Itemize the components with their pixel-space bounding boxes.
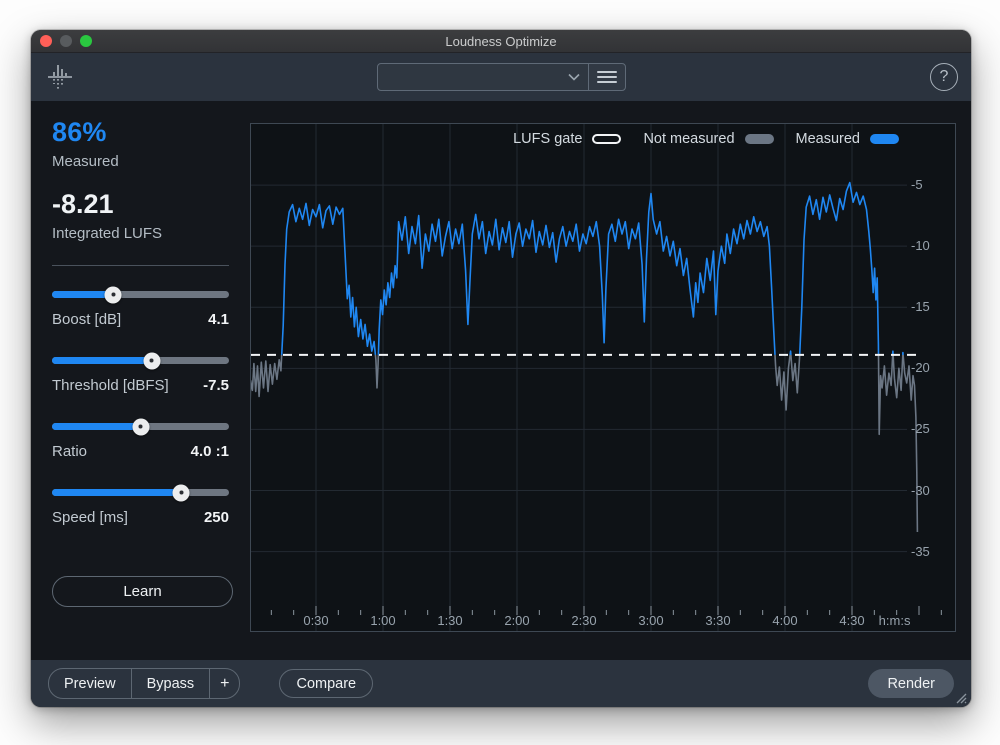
x-axis-tick-label: 0:30 xyxy=(293,613,339,628)
chart-legend: LUFS gate Not measured Measured xyxy=(513,131,899,147)
threshold-slider-label: Threshold [dBFS] xyxy=(52,377,169,394)
main-content: 86% Measured -8.21 Integrated LUFS Boost… xyxy=(31,101,971,660)
loudness-waveform-plot[interactable] xyxy=(251,124,955,631)
loudness-chart[interactable]: LUFS gate Not measured Measured -5 -10 -15 -2… xyxy=(250,123,956,632)
titlebar[interactable]: Loudness Optimize xyxy=(31,30,971,53)
threshold-slider-value: -7.5 xyxy=(203,377,229,394)
speed-slider-track[interactable] xyxy=(52,489,229,496)
legend-swatch-icon xyxy=(592,134,621,144)
y-axis-tick-label: -20 xyxy=(911,360,930,375)
x-axis-tick-label: 1:30 xyxy=(427,613,473,628)
measured-label: Measured xyxy=(52,153,250,170)
chevron-down-icon xyxy=(568,73,580,81)
integrated-lufs-label: Integrated LUFS xyxy=(52,225,250,242)
legend-item-not-measured: Not measured xyxy=(643,131,773,147)
threshold-slider-track[interactable] xyxy=(52,357,229,364)
ratio-slider-fill xyxy=(52,423,141,430)
x-axis-tick-label: 2:30 xyxy=(561,613,607,628)
hamburger-icon xyxy=(597,70,617,84)
transport-button-group: PreviewBypass+ xyxy=(48,668,240,699)
boost-slider-thumb[interactable] xyxy=(105,286,122,303)
divider xyxy=(52,265,229,266)
legend-label: Not measured xyxy=(643,131,734,147)
x-axis-tick-label: 3:00 xyxy=(628,613,674,628)
toolbar: ? xyxy=(31,53,971,101)
ratio-slider-value: 4.0 :1 xyxy=(191,443,229,460)
slider-stack: Boost [dB] 4.1 Threshold [dBFS] -7.5 Ratio 4.… xyxy=(52,291,229,526)
ratio-slider-thumb[interactable] xyxy=(132,418,149,435)
legend-swatch-icon xyxy=(745,134,774,144)
threshold-slider: Threshold [dBFS] -7.5 xyxy=(52,357,229,394)
x-axis-tick-label: 1:00 xyxy=(360,613,406,628)
y-axis-tick-label: -25 xyxy=(911,421,930,436)
x-axis-tick-label: 4:00 xyxy=(762,613,808,628)
legend-label: LUFS gate xyxy=(513,131,582,147)
app-logo-icon xyxy=(45,61,75,98)
boost-slider: Boost [dB] 4.1 xyxy=(52,291,229,328)
integrated-lufs-value: -8.21 xyxy=(52,189,250,220)
threshold-slider-thumb[interactable] xyxy=(143,352,160,369)
sidebar: 86% Measured -8.21 Integrated LUFS Boost… xyxy=(31,101,250,660)
question-mark-icon: ? xyxy=(940,68,949,85)
preset-controls xyxy=(377,63,626,91)
measured-percent-value: 86% xyxy=(52,117,250,148)
ratio-slider-track[interactable] xyxy=(52,423,229,430)
threshold-slider-fill xyxy=(52,357,152,364)
y-axis-tick-label: -10 xyxy=(911,238,930,253)
x-axis-tick-label: 2:00 xyxy=(494,613,540,628)
resize-grip[interactable] xyxy=(953,690,967,704)
app-window: Loudness Optimize xyxy=(31,30,971,707)
help-button[interactable]: ? xyxy=(930,63,958,91)
y-axis-tick-label: -30 xyxy=(911,483,930,498)
plus-button[interactable]: + xyxy=(210,669,239,698)
y-axis-tick-label: -35 xyxy=(911,544,930,559)
ratio-slider: Ratio 4.0 :1 xyxy=(52,423,229,460)
learn-button[interactable]: Learn xyxy=(52,576,233,607)
y-axis-tick-label: -15 xyxy=(911,299,930,314)
preset-menu-button[interactable] xyxy=(588,63,626,91)
preset-dropdown[interactable] xyxy=(377,63,589,91)
window-title: Loudness Optimize xyxy=(31,34,971,49)
legend-label: Measured xyxy=(796,131,860,147)
compare-button[interactable]: Compare xyxy=(279,669,373,698)
speed-slider-thumb[interactable] xyxy=(173,484,190,501)
legend-item-measured: Measured xyxy=(796,131,899,147)
preview-button[interactable]: Preview xyxy=(49,669,132,698)
bypass-button[interactable]: Bypass xyxy=(132,669,211,698)
render-button[interactable]: Render xyxy=(868,669,954,698)
boost-slider-value: 4.1 xyxy=(208,311,229,328)
speed-slider-value: 250 xyxy=(204,509,229,526)
x-axis-tick-label: 3:30 xyxy=(695,613,741,628)
speed-slider-label: Speed [ms] xyxy=(52,509,128,526)
speed-slider-fill xyxy=(52,489,181,496)
boost-slider-track[interactable] xyxy=(52,291,229,298)
x-axis-tick-label: 4:30 xyxy=(829,613,875,628)
x-axis-unit-label: h:m:s xyxy=(879,613,911,628)
speed-slider: Speed [ms] 250 xyxy=(52,489,229,526)
ratio-slider-label: Ratio xyxy=(52,443,87,460)
legend-item-lufs-gate: LUFS gate xyxy=(513,131,621,147)
footer-bar: PreviewBypass+ Compare Render xyxy=(31,660,971,707)
boost-slider-label: Boost [dB] xyxy=(52,311,121,328)
legend-swatch-icon xyxy=(870,134,899,144)
y-axis-tick-label: -5 xyxy=(911,177,923,192)
